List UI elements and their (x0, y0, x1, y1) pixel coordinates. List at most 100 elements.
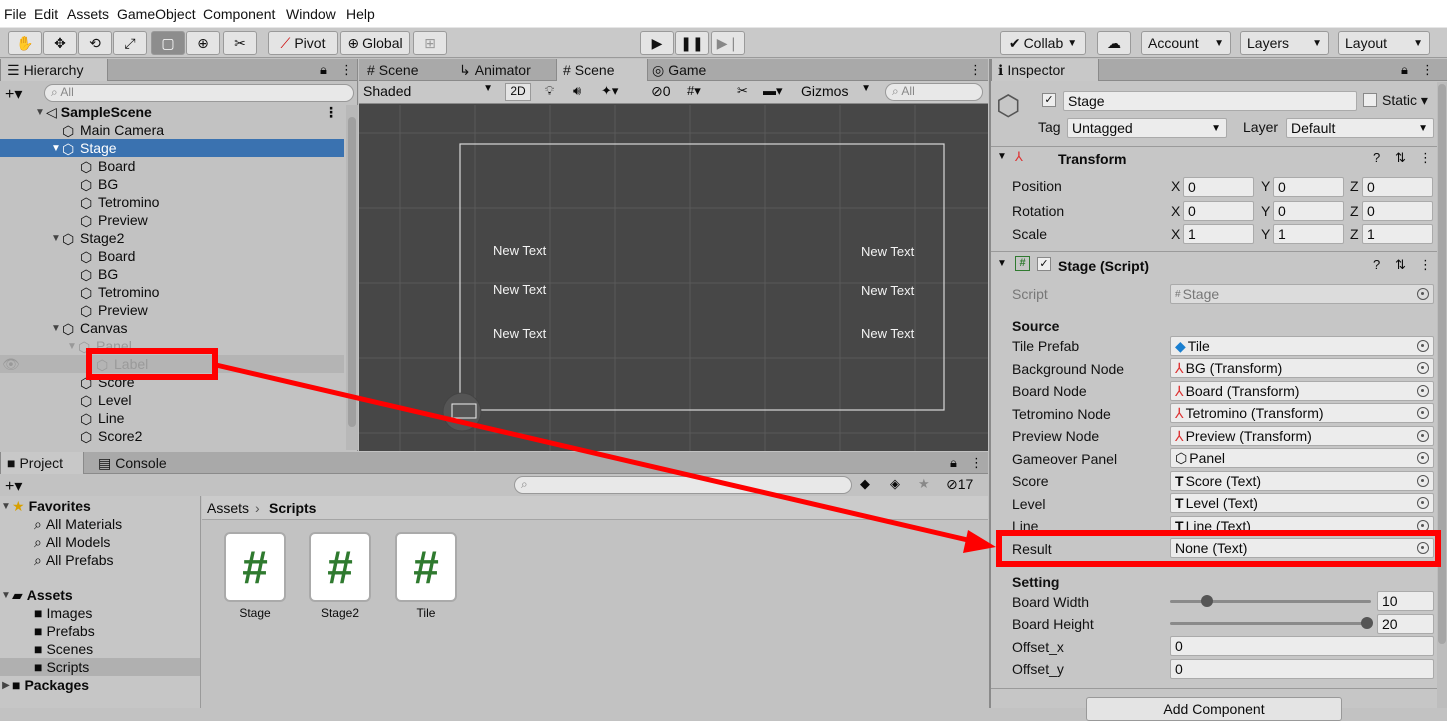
menu-component[interactable]: Component (203, 6, 275, 22)
list-item[interactable]: ⬡ BG (80, 265, 118, 283)
object-picker-icon[interactable] (1417, 362, 1429, 374)
scale-z-input[interactable]: 1 (1362, 224, 1433, 244)
step-button[interactable]: ▶❘ (711, 31, 745, 55)
scene-canvas[interactable] (359, 105, 988, 451)
scale-x-input[interactable]: 1 (1183, 224, 1254, 244)
breadcrumb-scripts[interactable]: Scripts (269, 500, 316, 516)
scene-text[interactable]: New Text (493, 282, 546, 297)
visibility-eye-icon[interactable]: 👁︎ (2, 356, 20, 373)
tetromino-node-field[interactable]: ⅄ Tetromino (Transform) (1170, 403, 1434, 423)
tools-icon[interactable]: ✂ (737, 83, 748, 99)
list-item[interactable]: ⬡ Preview (80, 211, 148, 229)
list-item[interactable]: ⬡ Board (80, 157, 135, 175)
offset-x-input[interactable]: 0 (1170, 636, 1434, 656)
list-item[interactable]: ▼ ⬡ Stage2 (50, 229, 124, 247)
layer-dropdown[interactable]: Default ▼ (1286, 118, 1434, 138)
list-item[interactable]: ▼ ⬡ Canvas (50, 319, 127, 337)
object-picker-icon[interactable] (1417, 497, 1429, 509)
list-item[interactable]: ⬡ Main Camera (50, 121, 164, 139)
tab-animator[interactable]: ↳ Animator (453, 59, 537, 81)
more-icon[interactable]: ⋮ (969, 62, 982, 78)
list-item[interactable]: ⌕ All Models (34, 533, 110, 551)
object-picker-icon[interactable] (1417, 475, 1429, 487)
script-component-header[interactable]: ▼ # ✓ Stage (Script) ? ⇅ ⋮ (991, 255, 1435, 277)
more-icon[interactable]: ⋮ (970, 455, 983, 471)
board-width-slider-handle[interactable] (1201, 595, 1213, 607)
list-item[interactable]: ⬡ Board (80, 247, 135, 265)
object-picker-icon[interactable] (1417, 407, 1429, 419)
more-icon[interactable]: ⋮ (340, 62, 353, 78)
list-item[interactable]: ⬡ Tetromino (80, 283, 159, 301)
tab-console[interactable]: ▤ Console (92, 452, 173, 474)
transform-header[interactable]: ▼ ⅄ Transform ? ⇅ ⋮ (991, 148, 1435, 170)
position-x-input[interactable]: 0 (1183, 177, 1254, 197)
scene-text[interactable]: New Text (493, 243, 546, 258)
assets-row[interactable]: ▼ ▰ Assets (0, 586, 73, 604)
more-icon[interactable]: ⋮ (1419, 150, 1432, 166)
hand-tool-icon[interactable]: ✋ (8, 31, 42, 55)
project-search-input[interactable]: ⌕ (514, 476, 852, 494)
pivot-button[interactable]: ⟋ Pivot (268, 31, 338, 55)
more-icon[interactable]: ⋮ (1419, 257, 1432, 273)
scene-search-input[interactable]: ⌕ All (885, 83, 983, 101)
packages-row[interactable]: ▶ ■ Packages (0, 676, 89, 694)
filter-label-icon[interactable]: ◈ (890, 476, 900, 492)
board-node-field[interactable]: ⅄ Board (Transform) (1170, 381, 1434, 401)
create-plus-icon[interactable]: +▾ (5, 476, 22, 496)
position-y-input[interactable]: 0 (1273, 177, 1344, 197)
score-field[interactable]: T Score (Text) (1170, 471, 1434, 491)
gameover-panel-field[interactable]: ⬡ Panel (1170, 448, 1434, 468)
audio-icon[interactable]: 🔊︎ (573, 83, 581, 99)
script-file-icon[interactable]: # (395, 532, 457, 602)
preset-icon[interactable]: ⇅ (1395, 150, 1406, 166)
list-item-selected[interactable]: ■ Scripts (0, 658, 200, 676)
camera-icon[interactable]: ▬▾ (763, 83, 783, 99)
move-tool-icon[interactable]: ✥ (43, 31, 77, 55)
grid-snap-icon[interactable]: #▾ (687, 83, 701, 99)
favorite-star-icon[interactable]: ★ (918, 476, 930, 492)
global-button[interactable]: ⊕ Global (340, 31, 410, 55)
shading-dropdown[interactable]: Shaded ▼ (363, 83, 497, 101)
list-item[interactable]: ⬡ Level (80, 391, 131, 409)
rotation-y-input[interactable]: 0 (1273, 201, 1344, 221)
play-button[interactable]: ▶ (640, 31, 674, 55)
position-z-input[interactable]: 0 (1362, 177, 1433, 197)
rotate-tool-icon[interactable]: ⟲ (78, 31, 112, 55)
board-height-slider[interactable] (1170, 622, 1371, 625)
tab-scene[interactable]: # Scene (361, 59, 425, 81)
tab-hierarchy[interactable]: ☰ Hierarchy (0, 59, 108, 81)
offset-y-input[interactable]: 0 (1170, 659, 1434, 679)
scene-text[interactable]: New Text (493, 326, 546, 341)
create-plus-icon[interactable]: +▾ (5, 84, 22, 104)
tag-dropdown[interactable]: Untagged ▼ (1067, 118, 1227, 138)
list-item[interactable]: ■ Images (34, 604, 92, 622)
transform-tool-icon[interactable]: ⊕ (186, 31, 220, 55)
preset-icon[interactable]: ⇅ (1395, 257, 1406, 273)
scene-text[interactable]: New Text (861, 326, 914, 341)
background-node-field[interactable]: ⅄ BG (Transform) (1170, 358, 1434, 378)
hidden-packages-icon[interactable]: ⊘17 (946, 476, 973, 493)
board-height-slider-handle[interactable] (1361, 617, 1373, 629)
list-item[interactable]: ⬡ Tetromino (80, 193, 159, 211)
lock-icon[interactable]: 🔒︎ (1401, 62, 1408, 78)
favorites-row[interactable]: ▼ ★ Favorites (0, 497, 91, 515)
object-name-input[interactable]: Stage (1063, 91, 1357, 111)
help-icon[interactable]: ? (1373, 257, 1380, 272)
preview-node-field[interactable]: ⅄ Preview (Transform) (1170, 426, 1434, 446)
grid-snap-icon[interactable]: ⊞ (413, 31, 447, 55)
lock-icon[interactable]: 🔒︎ (320, 62, 327, 78)
rotation-x-input[interactable]: 0 (1183, 201, 1254, 221)
rect-tool-icon[interactable]: ▢ (151, 31, 185, 55)
filter-type-icon[interactable]: ◆ (860, 476, 870, 492)
inspector-scrollbar[interactable] (1437, 82, 1447, 708)
lock-icon[interactable]: 🔒︎ (950, 455, 957, 471)
canvas-gizmo[interactable] (442, 392, 482, 432)
scene-more-icon[interactable]: ⋮ (324, 104, 338, 121)
menu-file[interactable]: File (4, 6, 27, 22)
hierarchy-search-input[interactable]: ⌕ All (44, 84, 354, 102)
breadcrumb-assets[interactable]: Assets (207, 500, 249, 516)
object-picker-icon[interactable] (1417, 452, 1429, 464)
tab-scene-active[interactable]: # Scene (556, 59, 648, 81)
layers-dropdown[interactable]: Layers ▼ (1240, 31, 1329, 55)
scale-tool-icon[interactable]: ⤢ (113, 31, 147, 55)
